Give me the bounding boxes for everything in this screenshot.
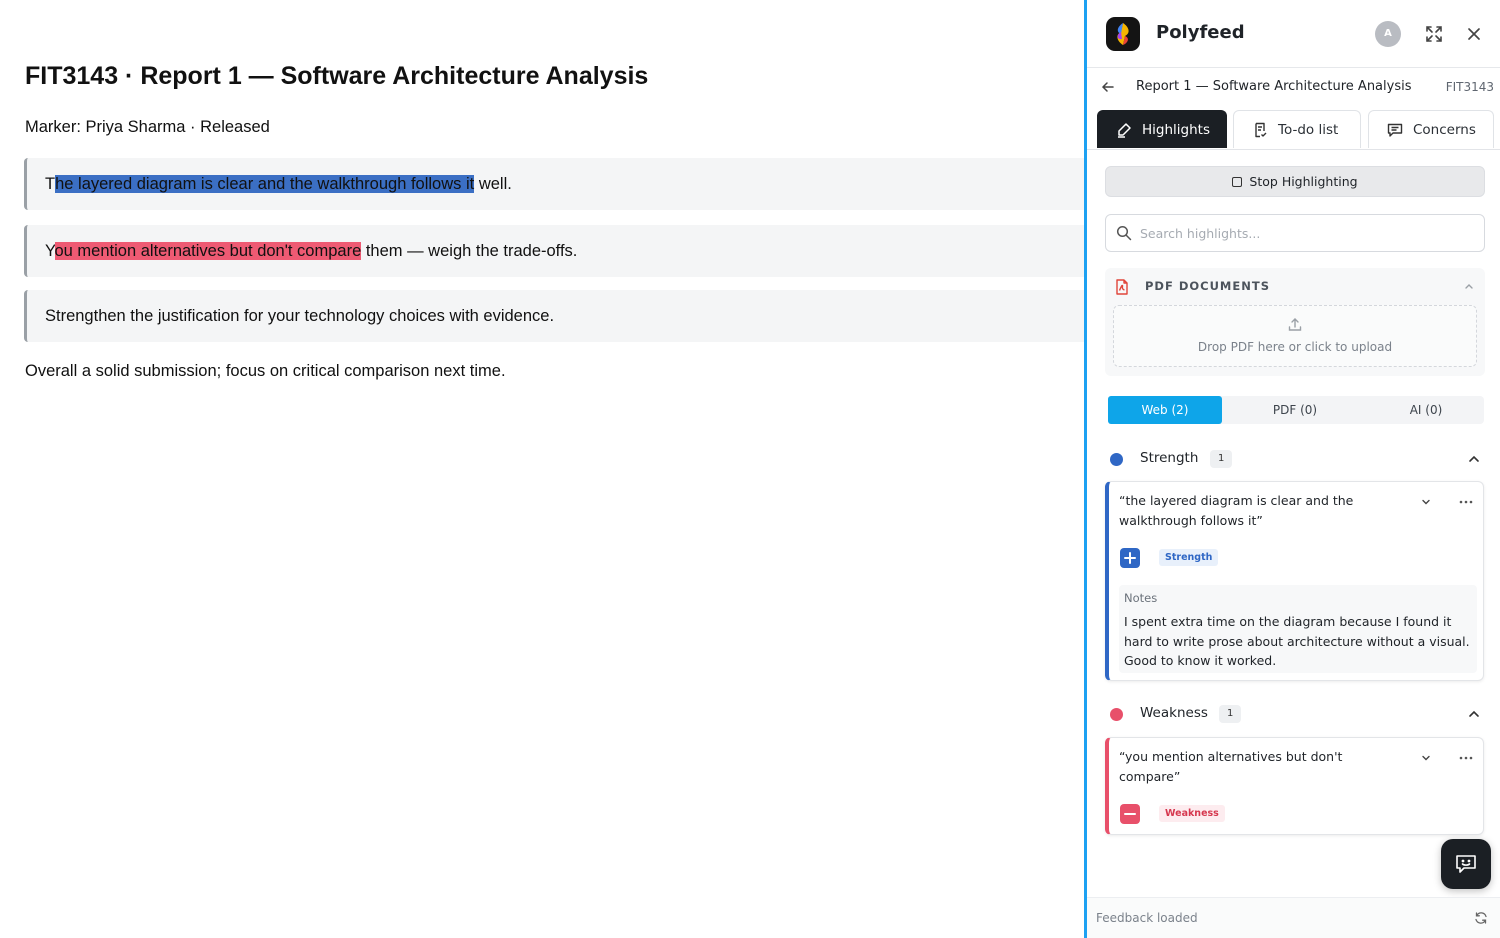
breadcrumb: Report 1 — Software Architecture Analysi… [1087,68,1500,106]
stop-highlighting-label: Stop Highlighting [1249,174,1358,189]
category-strength-header[interactable]: Strength 1 [1105,444,1485,474]
weakness-dot [1110,708,1123,721]
feedback-block-2[interactable]: You mention alternatives but don't compa… [24,225,1086,277]
search-box [1105,214,1485,252]
minus-icon [1120,804,1140,824]
category-count: 1 [1219,705,1242,723]
notes-text: I spent extra time on the diagram becaus… [1124,614,1470,668]
tab-concerns[interactable]: Concerns [1368,110,1494,148]
search-icon [1116,225,1132,241]
panel-header: Polyfeed A [1087,0,1500,68]
pdf-documents-section: PDF DOCUMENTS Drop PDF here or click to … [1105,268,1485,376]
chevron-up-icon[interactable] [1467,452,1481,466]
plus-icon [1120,548,1140,568]
marker-info: Marker: Priya Sharma · Released [25,118,270,136]
feedback-block-3[interactable]: Strengthen the justification for your te… [24,290,1086,342]
chevron-down-icon[interactable] [1420,752,1432,764]
feedback-block-1[interactable]: The layered diagram is clear and the wal… [24,158,1086,210]
checklist-icon [1255,122,1267,137]
polyfeed-panel: Polyfeed A Report 1 — Software Architect… [1084,0,1500,938]
expand-icon[interactable] [1424,24,1444,44]
filter-ai[interactable]: AI (0) [1368,396,1484,424]
tab-label: To-do list [1278,121,1339,138]
tab-label: Highlights [1142,121,1210,138]
notes-box: Notes I spent extra time on the diagram … [1119,585,1477,673]
filter-pdf[interactable]: PDF (0) [1238,396,1352,424]
section-title: PDF DOCUMENTS [1145,279,1270,293]
message-icon [1387,123,1403,137]
report-title: Report 1 — Software Architecture Analysi… [1136,79,1412,94]
tab-highlights[interactable]: Highlights [1097,110,1227,148]
highlighter-icon [1118,122,1131,138]
feedback-text: Y [45,242,55,260]
highlight-quote: “you mention alternatives but don't comp… [1119,749,1343,784]
feedback-text: them — weigh the trade-offs. [361,242,578,260]
document-page: FIT3143 · Report 1 — Software Architectu… [0,0,1086,938]
category-tag: Strength [1159,549,1219,566]
brand-name: Polyfeed [1156,22,1245,43]
page-title: FIT3143 · Report 1 — Software Architectu… [25,62,649,90]
highlight-card-weakness[interactable]: “you mention alternatives but don't comp… [1105,737,1484,835]
tab-todo-list[interactable]: To-do list [1233,110,1361,148]
feedback-text: well. [474,175,512,193]
refresh-icon[interactable] [1474,911,1488,925]
tab-label: Concerns [1413,121,1476,138]
notes-label: Notes [1124,591,1158,605]
pdf-dropzone[interactable]: Drop PDF here or click to upload [1113,305,1477,367]
feedback-text: Strengthen the justification for your te… [45,307,555,325]
category-weakness-header[interactable]: Weakness 1 [1105,699,1485,729]
panel-tabs: Highlights To-do list Concerns [1087,110,1500,150]
more-options-icon[interactable] [1459,756,1473,760]
upload-icon [1288,318,1302,331]
strength-dot [1110,453,1123,466]
pdf-file-icon [1116,279,1128,295]
chevron-up-icon[interactable] [1463,280,1475,292]
highlight-quote: “the layered diagram is clear and the wa… [1119,493,1354,528]
overall-summary: Overall a solid submission; focus on cri… [25,362,506,380]
category-name: Strength [1140,450,1199,466]
chat-button[interactable] [1441,839,1491,889]
avatar[interactable]: A [1375,21,1401,47]
category-tag: Weakness [1159,805,1225,822]
polyfeed-logo [1106,17,1140,51]
search-input[interactable] [1140,223,1470,243]
stop-icon [1232,176,1243,187]
back-arrow-icon[interactable] [1101,80,1115,94]
more-options-icon[interactable] [1459,500,1473,504]
strength-highlight[interactable]: he layered diagram is clear and the walk… [55,175,475,193]
category-name: Weakness [1140,705,1208,721]
filter-web[interactable]: Web (2) [1108,396,1222,424]
chevron-down-icon[interactable] [1420,496,1432,508]
status-text: Feedback loaded [1096,911,1198,925]
chat-smile-icon [1456,855,1476,873]
status-bar: Feedback loaded [1087,897,1500,938]
chevron-up-icon[interactable] [1467,707,1481,721]
stop-highlighting-button[interactable]: Stop Highlighting [1105,166,1485,197]
dropzone-text: Drop PDF here or click to upload [1197,340,1393,354]
source-filter: Web (2) PDF (0) AI (0) [1108,396,1484,424]
highlight-card-strength[interactable]: “the layered diagram is clear and the wa… [1105,481,1484,681]
feedback-text: T [45,175,56,193]
weakness-highlight[interactable]: ou mention alternatives but don't compar… [54,242,362,260]
close-icon[interactable] [1464,24,1484,44]
category-count: 1 [1210,450,1233,468]
unit-code: FIT3143 [1445,80,1494,94]
